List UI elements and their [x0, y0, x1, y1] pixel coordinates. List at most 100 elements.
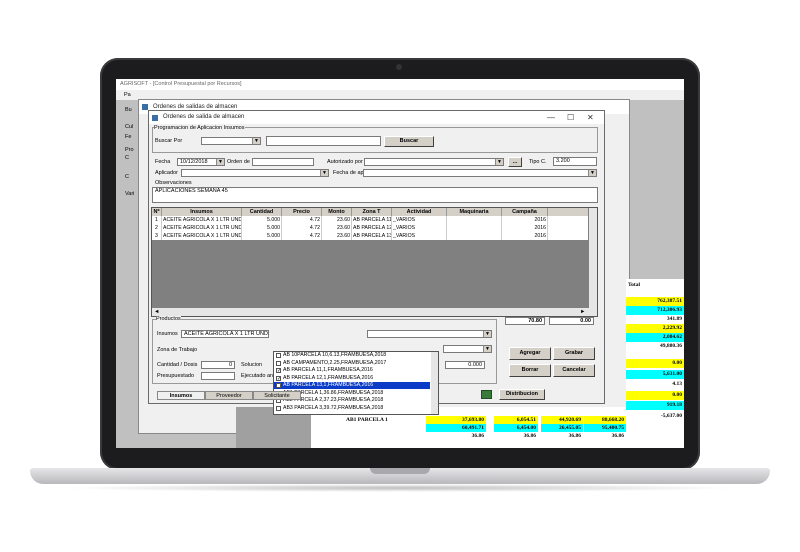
dialog-title: Ordenes de salida de almacen — [163, 114, 245, 120]
aplicador-select[interactable]: ▼ — [181, 169, 329, 177]
zona-dropdown-list[interactable]: AB 10PARCELA 10,6.13,FRAMBUESA,2018 AB CA… — [273, 351, 439, 415]
grid-cell: _VARIOS — [392, 224, 447, 232]
autorizado-lookup-button[interactable]: ... — [508, 157, 522, 167]
left-label: Pro — [125, 147, 134, 153]
budget-cell: 95,400.75 — [584, 424, 626, 432]
grid-cell: 23.60 — [322, 224, 352, 232]
autorizado-label: Autorizado por — [327, 159, 363, 165]
table-row[interactable]: 1 ACEITE AGRICOLA X 1 LTR UND 5.000 4.72 23.… — [152, 216, 588, 224]
budget-cell: 36.86 — [426, 432, 486, 440]
borrar-button[interactable]: Borrar — [509, 364, 551, 377]
minimize-button[interactable]: — — [547, 111, 555, 125]
budget-cell: 0.00 — [626, 390, 684, 400]
maximize-button[interactable]: ☐ — [567, 111, 574, 125]
checkbox[interactable]: ✓ — [276, 383, 281, 389]
laptop-shadow — [60, 484, 740, 492]
presupuestado-field[interactable] — [201, 372, 235, 380]
insumos-select[interactable]: ACEITE AGRICOLA X 1 LTR UND — [181, 330, 269, 338]
menu-item[interactable]: Pa — [124, 92, 131, 98]
tab-solicitante[interactable]: Solicitante — [253, 391, 301, 400]
grid-cell: 1 — [152, 216, 162, 224]
grid-header-cell[interactable]: Cantidad — [242, 208, 282, 216]
grid-cell: 5.000 — [242, 224, 282, 232]
grabar-button[interactable]: Grabar — [553, 347, 595, 360]
cantidad-label: Cantidad / Dosis — [157, 362, 198, 368]
fecha-aplic-field[interactable]: ▼ — [363, 169, 597, 177]
tab-insumos[interactable]: Insumos — [157, 391, 205, 400]
checkbox[interactable]: ✓ — [276, 375, 281, 381]
budget-cell: 88,668.20 — [584, 416, 626, 424]
grid-header-cell[interactable]: Monto — [322, 208, 352, 216]
orden-field[interactable] — [252, 158, 314, 166]
grid-header-cell[interactable]: Actividad — [392, 208, 447, 216]
cancelar-button[interactable]: Cancelar — [553, 364, 595, 377]
dialog-icon — [152, 115, 158, 121]
agregar-button[interactable]: Agregar — [509, 347, 551, 360]
table-row[interactable]: 2 ACEITE AGRICOLA X 1 LTR UND 5.000 4.72 23.… — [152, 224, 588, 232]
left-label: Cul — [125, 124, 134, 130]
list-item[interactable]: ✓ AB PARCELA 13,1,FRAMBUESA,2016 — [274, 382, 430, 389]
bottom-row-label: AB1 PARCELA 1 — [346, 417, 388, 423]
grid-header-cell[interactable]: Maquinaria — [447, 208, 502, 216]
insumos-extra-select[interactable]: ▼ — [367, 330, 492, 338]
solucion-value: 0.000 — [468, 362, 482, 368]
scroll-right-icon[interactable]: ► — [580, 309, 585, 315]
checkbox[interactable] — [276, 405, 281, 411]
tipo-c-value: 3.200 — [556, 158, 570, 164]
list-item[interactable]: AB3 PARCELA 3,39.72,FRAMBUESA,2018 — [274, 405, 430, 412]
grid-cell — [447, 232, 502, 240]
chevron-down-icon: ▼ — [320, 170, 328, 176]
horizontal-scrollbar[interactable]: ◄ ► — [152, 308, 597, 316]
insumos-value: ACEITE AGRICOLA X 1 LTR UND — [184, 331, 268, 337]
budget-cell: 2,229.92 — [626, 324, 684, 333]
zona-list-scrollbar[interactable] — [431, 352, 438, 414]
list-item[interactable]: ✓ AB PARCELA 12,1,FRAMBUESA,2016 — [274, 375, 430, 382]
grid-cell: 2016 — [502, 224, 548, 232]
buscar-input[interactable] — [266, 136, 381, 146]
distribucion-button[interactable]: Distribucion — [499, 389, 545, 400]
scroll-left-icon[interactable]: ◄ — [154, 309, 159, 315]
vertical-scrollbar[interactable] — [589, 208, 597, 316]
table-row[interactable]: 3 ACEITE AGRICOLA X 1 LTR UND 5.000 4.72 23.… — [152, 232, 588, 240]
grid-cell: 23.60 — [322, 232, 352, 240]
observaciones-value: APLICACIONES SEMANA 45 — [155, 188, 228, 194]
buscar-button[interactable]: Buscar — [384, 136, 434, 147]
cantidad-field[interactable]: 0 — [201, 361, 235, 369]
checkbox[interactable] — [276, 360, 281, 366]
cancelar-label: Cancelar — [562, 367, 586, 373]
list-item-label: AB3 PARCELA 3,39.72,FRAMBUESA,2018 — [283, 404, 384, 411]
grid-header-cell[interactable]: Zona T — [352, 208, 392, 216]
tab-proveedor[interactable]: Proveedor — [205, 391, 253, 400]
list-item[interactable]: AB 10PARCELA 10,6.13,FRAMBUESA,2018 — [274, 352, 430, 359]
checkbox[interactable]: ✓ — [276, 368, 281, 374]
left-label: Bu — [125, 107, 132, 113]
tipo-c-field[interactable]: 3.200 — [553, 157, 597, 166]
total-other-value: 0.00 — [580, 318, 591, 324]
list-item[interactable]: ✓ AB PARCELA 11,1,FRAMBUESA,2016 — [274, 367, 430, 374]
calculator-icon[interactable] — [481, 390, 492, 399]
fecha-field[interactable]: 10/12/2018 ▼ — [177, 158, 225, 166]
grid-cell: 5.000 — [242, 216, 282, 224]
checkbox[interactable] — [276, 353, 281, 358]
observaciones-textarea[interactable]: APLICACIONES SEMANA 45 — [152, 187, 598, 203]
solucion-field[interactable]: 0.000 — [445, 361, 485, 369]
chevron-down-icon: ▼ — [495, 159, 503, 165]
budget-cell: 60,491.71 — [426, 424, 486, 432]
left-label: Vari — [125, 191, 135, 197]
budget-cell: 341.89 — [626, 315, 684, 324]
list-item-label: AB PARCELA 12,1,FRAMBUESA,2016 — [283, 374, 374, 381]
chevron-down-icon: ▼ — [483, 331, 491, 337]
grid-header-cell[interactable]: Insumos — [162, 208, 242, 216]
autorizado-select[interactable]: ▼ — [364, 158, 504, 166]
zona-aux-select[interactable]: ▼ — [443, 345, 492, 353]
items-grid: Nº Insumos Cantidad Precio Monto Zona T Activi… — [151, 207, 598, 317]
buscar-por-select[interactable]: ▼ — [201, 137, 261, 145]
grid-header-cell[interactable]: Nº — [152, 208, 162, 216]
grid-header-cell[interactable]: Campaña — [502, 208, 548, 216]
app-title: AGRISOFT - [Control Presupuestal por Rec… — [120, 81, 242, 87]
grid-cell: ACEITE AGRICOLA X 1 LTR UND — [163, 224, 242, 232]
close-button[interactable]: ✕ — [587, 111, 594, 125]
grid-cell: 23.60 — [322, 216, 352, 224]
grid-header-cell[interactable]: Precio — [282, 208, 322, 216]
list-item[interactable]: AB CAMPAMENTO,2.25,FRAMBUESA,2017 — [274, 360, 430, 367]
